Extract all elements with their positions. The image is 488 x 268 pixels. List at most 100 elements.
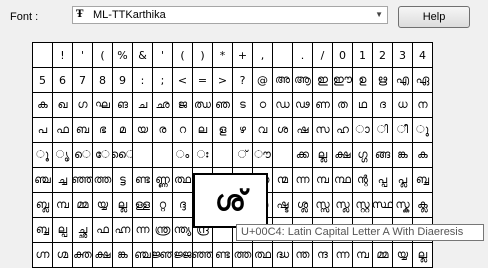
character-cell[interactable]: ഗ്ഗ (353, 143, 373, 168)
character-cell[interactable]: ന്ത്യ (173, 218, 193, 243)
character-cell[interactable]: ഏ (413, 68, 433, 93)
character-cell[interactable]: ഡ (273, 93, 293, 118)
character-cell[interactable]: ര (153, 118, 173, 143)
character-cell[interactable]: : (133, 68, 153, 93)
character-cell[interactable]: ഗ (73, 93, 93, 118)
character-cell[interactable]: ഞ്ഞ (73, 168, 93, 193)
character-cell[interactable]: ദ്ദ (173, 193, 193, 218)
character-cell[interactable]: ബ്ബ (413, 168, 433, 193)
character-cell[interactable]: ച്ച (53, 168, 73, 193)
character-cell[interactable]: പ്ല (393, 168, 413, 193)
character-cell[interactable]: = (193, 68, 213, 93)
character-cell[interactable] (153, 143, 173, 168)
character-cell[interactable]: ബ്ബ (33, 218, 53, 243)
character-cell[interactable]: ത്ത (93, 168, 113, 193)
character-cell[interactable]: ല്ല (113, 193, 133, 218)
character-cell[interactable]: / (313, 43, 333, 68)
character-cell[interactable]: ! (53, 43, 73, 68)
character-cell[interactable]: ഖ (53, 93, 73, 118)
character-cell[interactable]: ന്ഥ (333, 168, 353, 193)
character-cell[interactable]: ം (173, 143, 193, 168)
character-cell[interactable]: ( (173, 43, 193, 68)
character-cell[interactable]: 1 (353, 43, 373, 68)
character-cell[interactable]: ? (233, 68, 253, 93)
character-cell[interactable]: ൂ (33, 143, 53, 168)
character-cell[interactable]: ഉ (353, 68, 373, 93)
character-cell[interactable]: മ്പ (313, 168, 333, 193)
character-cell[interactable]: ഞ (213, 93, 233, 118)
character-cell[interactable]: ഫ (53, 118, 73, 143)
character-cell[interactable]: ത (333, 93, 353, 118)
character-cell[interactable]: * (213, 43, 233, 68)
character-cell[interactable]: ള്ള (133, 193, 153, 218)
character-cell[interactable]: വ (253, 118, 273, 143)
character-cell[interactable]: ല (193, 118, 213, 143)
character-cell[interactable]: ട്ട (113, 168, 133, 193)
character-cell[interactable]: ങ്ങ (373, 143, 393, 168)
character-cell[interactable]: 0 (333, 43, 353, 68)
character-cell[interactable]: ബ്ല (33, 193, 53, 218)
character-cell[interactable]: ന (413, 93, 433, 118)
help-button[interactable]: Help (398, 6, 470, 28)
character-cell[interactable]: റ (173, 118, 193, 143)
character-cell[interactable] (133, 143, 153, 168)
character-cell[interactable]: ഷ്ട (273, 193, 293, 218)
character-cell[interactable]: ീ (393, 118, 413, 143)
character-cell[interactable]: സ്ക (393, 193, 413, 218)
character-cell[interactable]: ക (413, 143, 433, 168)
character-cell[interactable]: ദ (373, 93, 393, 118)
character-cell[interactable]: ശ (273, 118, 293, 143)
character-cell[interactable]: ഹ (333, 118, 353, 143)
character-cell[interactable]: ഛ (153, 93, 173, 118)
character-cell[interactable]: േ (93, 143, 113, 168)
character-cell[interactable]: ' (73, 43, 93, 68)
character-cell[interactable]: സ്ല (333, 193, 353, 218)
character-cell[interactable]: ങ്ക (393, 143, 413, 168)
character-cell[interactable]: യ (133, 118, 153, 143)
character-cell[interactable]: ല്ല (313, 143, 333, 168)
character-cell[interactable]: ക്ഷ (333, 143, 353, 168)
character-cell[interactable]: റ്റ (153, 193, 173, 218)
character-cell[interactable]: ട (233, 93, 253, 118)
character-cell[interactable]: പ്പ (373, 168, 393, 193)
character-cell[interactable]: പ (33, 118, 53, 143)
character-cell[interactable]: ഢ (293, 93, 313, 118)
character-cell[interactable]: ഋ (373, 68, 393, 93)
character-cell[interactable]: ാ (353, 118, 373, 143)
character-cell[interactable] (273, 43, 293, 68)
character-cell[interactable]: @ (253, 68, 273, 93)
character-cell[interactable]: ന്റ (353, 168, 373, 193)
character-cell[interactable]: ശ്ല (293, 193, 313, 218)
character-cell[interactable]: ന്മ (273, 168, 293, 193)
character-cell[interactable]: ി (373, 118, 393, 143)
character-cell[interactable]: 8 (93, 68, 113, 93)
character-cell[interactable]: 5 (33, 68, 53, 93)
character-cell[interactable]: ഹ്ന (113, 218, 133, 243)
character-cell[interactable]: ച്ഛ (73, 218, 93, 243)
character-cell[interactable]: , (253, 43, 273, 68)
character-cell[interactable]: < (173, 68, 193, 93)
character-cell[interactable]: ണ്ണ (153, 168, 173, 193)
character-cell[interactable]: . (293, 43, 313, 68)
character-cell[interactable]: ് (233, 143, 253, 168)
character-cell[interactable]: & (133, 43, 153, 68)
character-cell[interactable]: ഘ (93, 93, 113, 118)
character-cell[interactable]: ണ (313, 93, 333, 118)
character-cell[interactable]: ഭ (93, 118, 113, 143)
character-cell[interactable]: ഞ്ച (33, 168, 53, 193)
character-cell[interactable]: 6 (53, 68, 73, 93)
character-cell[interactable]: ു (413, 118, 433, 143)
character-cell[interactable]: ക്ല (413, 193, 433, 218)
character-cell[interactable]: ബ (73, 118, 93, 143)
character-cell[interactable] (273, 143, 293, 168)
character-cell[interactable]: ഷ (293, 118, 313, 143)
chevron-down-icon[interactable]: ▼ (375, 10, 383, 19)
character-cell[interactable]: ഇ (313, 68, 333, 93)
character-cell[interactable]: മ്പ (53, 193, 73, 218)
character-cell[interactable]: 3 (393, 43, 413, 68)
character-cell[interactable]: % (113, 43, 133, 68)
character-cell[interactable]: ൗ (253, 143, 273, 168)
character-cell[interactable]: ന്ന (293, 168, 313, 193)
character-cell[interactable]: 9 (113, 68, 133, 93)
character-cell[interactable]: ഴ (233, 118, 253, 143)
